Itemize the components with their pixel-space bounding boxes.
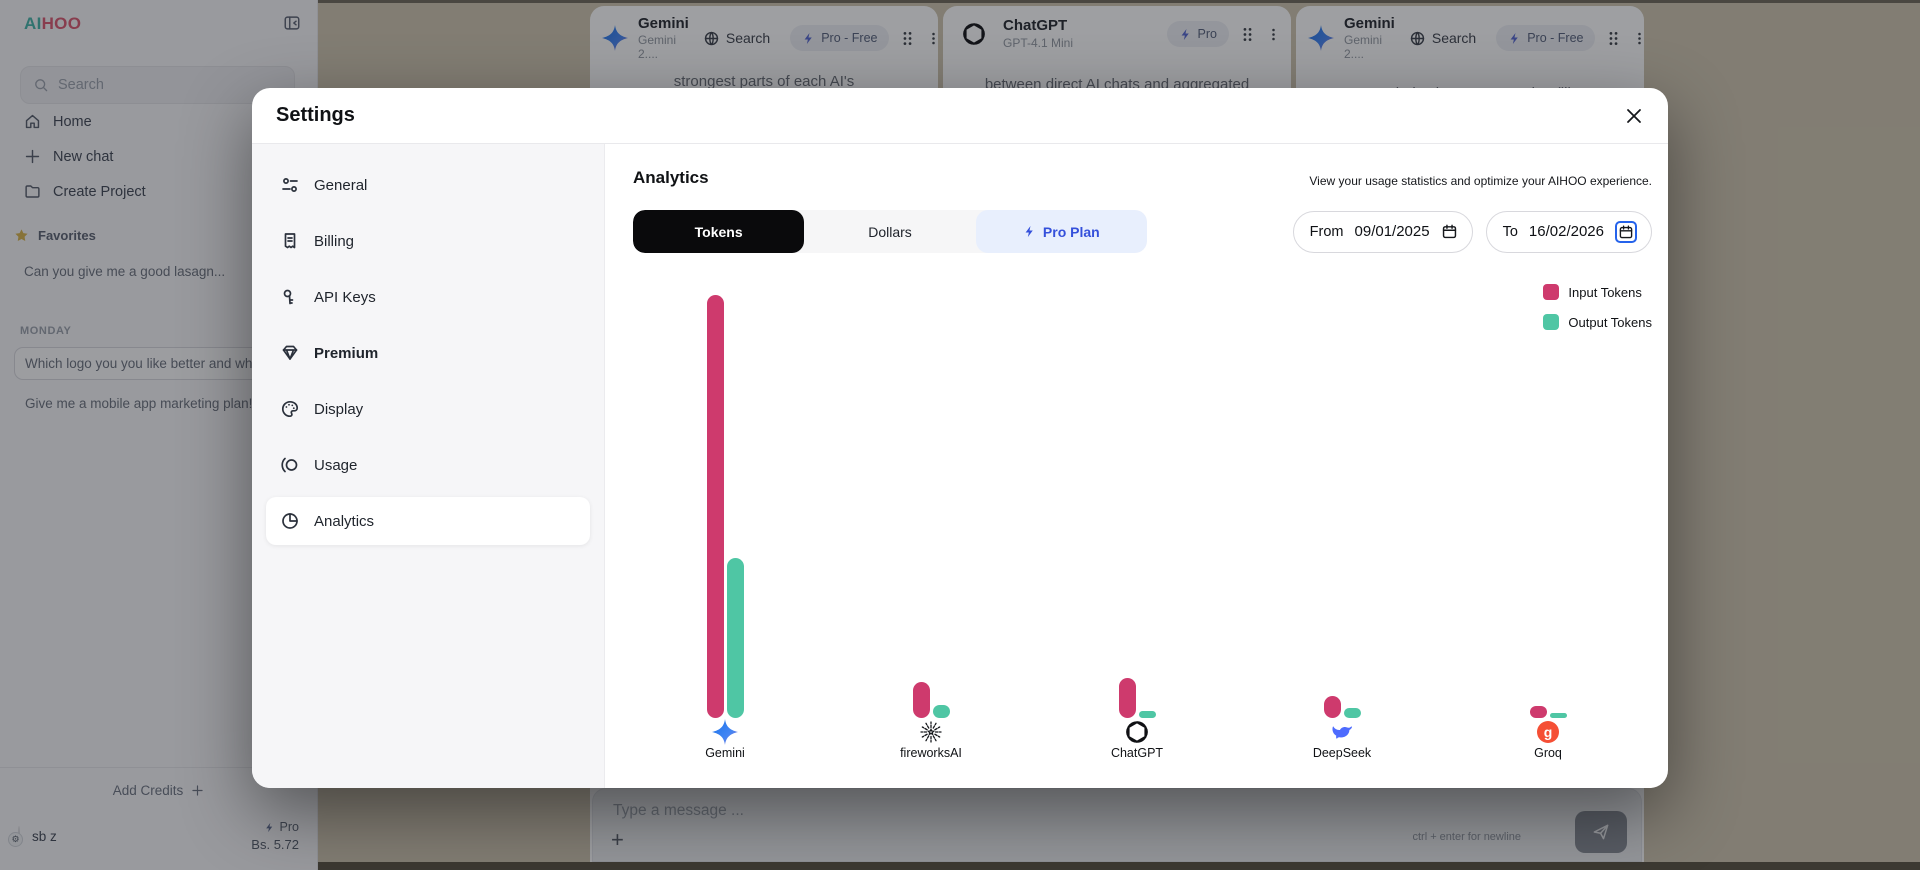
gauge-icon: [280, 455, 300, 475]
tab-label: Dollars: [868, 224, 912, 240]
settings-nav-usage[interactable]: Usage: [266, 441, 590, 489]
calendar-icon-focused[interactable]: [1615, 221, 1637, 243]
settings-nav-label: Display: [314, 401, 363, 418]
pie-icon: [280, 511, 300, 531]
settings-nav-label: Analytics: [314, 513, 374, 530]
settings-nav-label: Usage: [314, 457, 357, 474]
settings-nav: General Billing API Keys Premium Display Usag…: [252, 144, 605, 788]
date-from-label: From: [1310, 224, 1344, 240]
tab-pro-plan[interactable]: Pro Plan: [976, 210, 1147, 253]
analytics-subtitle: View your usage statistics and optimize …: [1309, 174, 1652, 188]
palette-icon: [280, 399, 300, 419]
analytics-panel: Analytics View your usage statistics and…: [605, 144, 1668, 788]
settings-nav-display[interactable]: Display: [266, 385, 590, 433]
sliders-icon: [280, 175, 300, 195]
settings-nav-label: API Keys: [314, 289, 376, 306]
settings-nav-label: Premium: [314, 345, 378, 362]
settings-nav-label: Billing: [314, 233, 354, 250]
settings-title: Settings: [276, 104, 355, 127]
date-from-value: 09/01/2025: [1355, 223, 1430, 240]
tab-label: Tokens: [695, 224, 743, 240]
settings-nav-premium[interactable]: Premium: [266, 329, 590, 377]
settings-nav-api-keys[interactable]: API Keys: [266, 273, 590, 321]
settings-nav-label: General: [314, 177, 367, 194]
bolt-icon: [1023, 225, 1036, 238]
settings-nav-billing[interactable]: Billing: [266, 217, 590, 265]
date-to-value: 16/02/2026: [1529, 223, 1604, 240]
settings-modal-header: Settings: [252, 88, 1668, 144]
receipt-icon: [280, 231, 300, 251]
date-to-label: To: [1503, 224, 1518, 240]
key-icon: [280, 287, 300, 307]
date-to-picker[interactable]: To 16/02/2026: [1486, 211, 1652, 253]
tab-tokens[interactable]: Tokens: [633, 210, 804, 253]
settings-nav-analytics[interactable]: Analytics: [266, 497, 590, 545]
calendar-icon[interactable]: [1441, 223, 1458, 240]
settings-modal: Settings General Billing API Keys Premium Di…: [252, 88, 1668, 788]
analytics-view-tabs: Tokens Dollars Pro Plan: [633, 210, 1147, 253]
settings-nav-general[interactable]: General: [266, 161, 590, 209]
date-from-picker[interactable]: From 09/01/2025: [1293, 211, 1473, 253]
tab-dollars[interactable]: Dollars: [804, 210, 975, 253]
gem-icon: [280, 343, 300, 363]
close-icon[interactable]: [1624, 106, 1644, 126]
tab-label: Pro Plan: [1043, 224, 1100, 240]
